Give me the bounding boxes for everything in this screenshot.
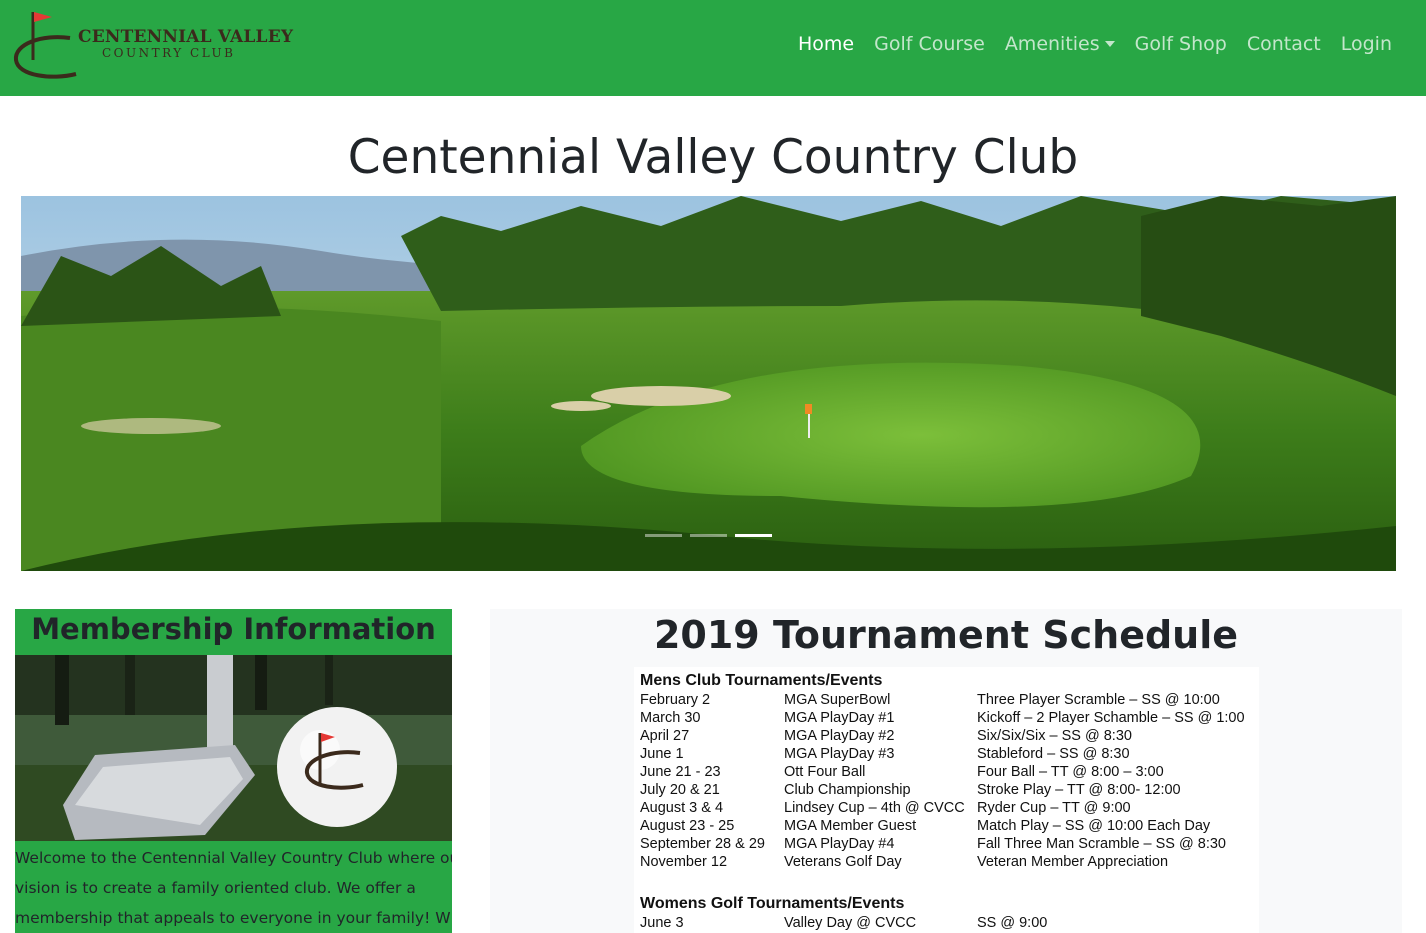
nav-golf-shop[interactable]: Golf Shop — [1135, 33, 1227, 55]
event-date: March 30 — [640, 710, 701, 726]
page-title: Centennial Valley Country Club — [347, 130, 1079, 185]
table-row: November 12 Veterans Golf Day Veteran Memb… — [640, 853, 1259, 871]
event-date: August 3 & 4 — [640, 800, 724, 816]
table-row: August 23 - 25 MGA Member Guest Match Play… — [640, 817, 1259, 835]
schedule-table: Mens Club Tournaments/Events February 2M… — [634, 667, 1259, 933]
table-row: August 3 & 4 Lindsey Cup – 4th @ CVCC Ryde… — [640, 799, 1259, 817]
tournament-title: 2019 Tournament Schedule — [653, 613, 1239, 657]
event-format: Stableford – SS @ 8:30 — [977, 746, 1130, 762]
event-name: MGA Member Guest — [784, 818, 917, 834]
event-date: June 3 — [640, 915, 684, 931]
event-format: Stroke Play – TT @ 8:00- 12:00 — [977, 782, 1181, 798]
event-format: Fall Three Man Scramble – SS @ 8:30 — [977, 836, 1226, 852]
nav-golf-course[interactable]: Golf Course — [874, 33, 985, 55]
event-name: Ott Four Ball — [784, 764, 866, 780]
table-row: July 20 & 21 Club Championship Stroke Play… — [640, 781, 1259, 799]
event-format: SS @ 9:00 — [977, 915, 1048, 931]
event-format: Veteran Member Appreciation — [977, 854, 1169, 870]
event-format: Match Play – SS @ 10:00 Each Day — [977, 818, 1211, 834]
logo-subtitle: COUNTRY CLUB — [102, 46, 236, 60]
nav-amenities[interactable]: Amenities — [1005, 33, 1115, 55]
table-row: March 30 MGA PlayDay #1 Kickoff – 2 Player… — [640, 709, 1259, 727]
event-date: November 12 — [640, 854, 728, 870]
event-format: Three Player Scramble – SS @ 10:00 — [977, 692, 1220, 708]
club-logo[interactable]: CENTENNIAL VALLEY COUNTRY CLUB — [12, 8, 293, 84]
table-row: June 1 MGA PlayDay #3 Stableford – SS @ 8:… — [640, 745, 1259, 763]
event-format: Ryder Cup – TT @ 9:00 — [977, 800, 1131, 816]
carousel-indicators — [645, 534, 772, 537]
membership-line: Welcome to the Centennial Valley Country… — [15, 849, 452, 867]
event-date: September 28 & 29 — [640, 836, 765, 852]
event-date: February 2 — [640, 692, 711, 708]
event-date: June 21 - 23 — [640, 764, 721, 780]
event-name: Veterans Golf Day — [784, 854, 902, 870]
event-name: Lindsey Cup – 4th @ CVCC — [784, 800, 965, 816]
caret-down-icon — [1104, 41, 1115, 47]
main-nav: Home Golf Course Amenities Golf Shop Con… — [798, 33, 1392, 55]
membership-line: membership that appeals to everyone in y… — [15, 909, 452, 927]
event-name: MGA PlayDay #2 — [784, 728, 895, 744]
hero-carousel[interactable] — [21, 196, 1396, 571]
carousel-indicator-2[interactable] — [690, 534, 727, 537]
mens-heading: Mens Club Tournaments/Events — [640, 672, 883, 689]
event-name: MGA PlayDay #4 — [784, 836, 895, 852]
nav-amenities-label: Amenities — [1004, 33, 1100, 55]
table-row: September 28 & 29 MGA PlayDay #4 Fall Thre… — [640, 835, 1259, 853]
membership-line: vision is to create a family oriented cl… — [15, 879, 416, 897]
logo-title: CENTENNIAL VALLEY — [78, 27, 294, 47]
event-name: Club Championship — [784, 782, 911, 798]
membership-title: Membership Information — [31, 612, 436, 646]
event-date: April 27 — [640, 728, 690, 744]
event-date: July 20 & 21 — [640, 782, 720, 798]
carousel-indicator-3[interactable] — [735, 534, 772, 537]
table-row: June 3 Valley Day @ CVCC SS @ 9:00 — [640, 914, 1259, 932]
event-format: Six/Six/Six – SS @ 8:30 — [977, 728, 1132, 744]
womens-heading: Womens Golf Tournaments/Events — [640, 895, 905, 912]
event-name: MGA SuperBowl — [784, 692, 891, 708]
event-name: MGA PlayDay #3 — [784, 746, 895, 762]
nav-contact[interactable]: Contact — [1247, 33, 1321, 55]
nav-login[interactable]: Login — [1341, 33, 1392, 55]
table-row: February 2 MGA SuperBowl Three Player Scra… — [640, 691, 1259, 709]
golf-course-image — [21, 196, 1396, 571]
event-date: June 1 — [640, 746, 684, 762]
nav-home[interactable]: Home — [798, 33, 854, 55]
table-row: June 21 - 23 Ott Four Ball Four Ball – TT … — [640, 763, 1259, 781]
event-format: Four Ball – TT @ 8:00 – 3:00 — [977, 764, 1164, 780]
event-date: August 23 - 25 — [640, 818, 735, 834]
event-name: MGA PlayDay #1 — [784, 710, 895, 726]
carousel-indicator-1[interactable] — [645, 534, 682, 537]
tournament-section: 2019 Tournament Schedule Mens Club Tourn… — [490, 609, 1402, 933]
event-format: Kickoff – 2 Player Schamble – SS @ 1:00 — [977, 710, 1245, 726]
membership-card: Membership Information Welcome to the Ce… — [15, 609, 452, 933]
putter-ball-image — [15, 655, 452, 841]
membership-description: Welcome to the Centennial Valley Country… — [15, 841, 452, 933]
navbar: CENTENNIAL VALLEY COUNTRY CLUB Home Golf… — [0, 0, 1426, 96]
event-name: Valley Day @ CVCC — [784, 915, 917, 931]
table-row: April 27 MGA PlayDay #2 Six/Six/Six – SS @… — [640, 727, 1259, 745]
